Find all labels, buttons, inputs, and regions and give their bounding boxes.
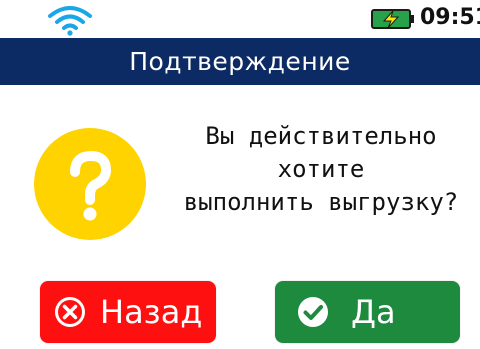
back-button-label: Назад <box>100 293 203 331</box>
close-circle-icon <box>55 297 85 327</box>
yes-button[interactable]: Да <box>275 281 460 343</box>
dialog-message: Вы действительно хотите выполнить выгруз… <box>166 120 476 219</box>
back-button[interactable]: Назад <box>40 281 216 343</box>
message-line: хотите <box>277 155 365 183</box>
check-circle-icon <box>298 297 328 327</box>
clock: 09:51 <box>420 5 480 30</box>
status-bar: 09:51 <box>0 0 480 38</box>
question-icon <box>34 128 146 240</box>
message-line: Вы действительно <box>205 122 437 150</box>
yes-button-label: Да <box>351 293 396 331</box>
message-line: выполнить выгрузку? <box>183 188 459 216</box>
dialog-title-bar: Подтверждение <box>0 38 480 85</box>
wifi-icon <box>48 6 92 36</box>
dialog-title: Подтверждение <box>129 47 351 76</box>
battery-charging-icon <box>371 9 414 29</box>
